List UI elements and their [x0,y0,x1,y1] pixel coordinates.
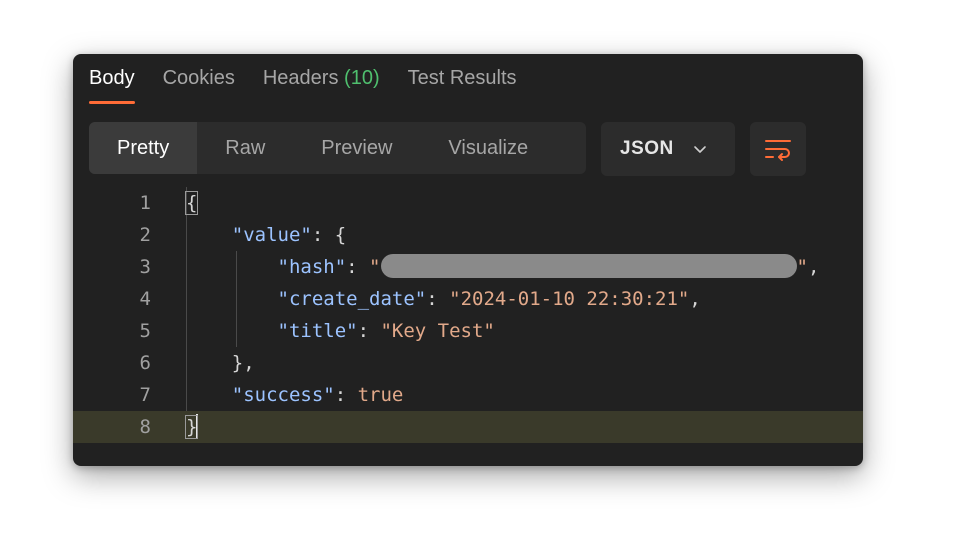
line-number: 6 [139,352,151,374]
json-key: "success" [231,384,335,406]
code-line: 6 }, [73,347,863,379]
view-mode-group: Pretty Raw Preview Visualize [89,122,586,174]
pretty-button[interactable]: Pretty [89,122,198,174]
chevron-down-icon [693,146,706,153]
line-number: 1 [139,192,151,214]
code-line: 2 "value": { [73,219,863,251]
response-tabs: Body Cookies Headers (10) Test Results [89,54,545,108]
json-key: "hash" [277,256,347,278]
tab-headers[interactable]: Headers (10) [263,54,380,104]
tab-cookies[interactable]: Cookies [163,54,235,104]
json-bool-value: true [357,384,404,406]
preview-button[interactable]: Preview [293,122,420,174]
line-number: 7 [139,384,151,406]
tab-body-label: Body [89,67,135,89]
json-key: "create_date" [277,288,427,310]
code-line: 1 { [73,187,863,219]
visualize-button[interactable]: Visualize [420,122,556,174]
json-string-value: "Key Test" [380,320,495,342]
tab-headers-label: Headers [262,67,339,89]
code-line: 7 "success": true [73,379,863,411]
json-code-view[interactable]: 1 { 2 "value": { 3 "hash": " ", 4 "create… [73,187,863,447]
json-key: "value" [231,224,312,246]
open-brace: { [334,224,347,246]
tab-cookies-label: Cookies [162,67,235,89]
response-panel: Body Cookies Headers (10) Test Results P… [73,54,863,466]
format-dropdown[interactable]: JSON [601,122,735,176]
json-string-value: "2024-01-10 22:30:21" [449,288,690,310]
tab-test-results[interactable]: Test Results [408,54,517,104]
tab-body[interactable]: Body [89,54,135,104]
raw-button[interactable]: Raw [197,122,293,174]
line-number: 3 [139,256,151,278]
line-number: 2 [139,224,151,246]
code-line: 5 "title": "Key Test" [73,315,863,347]
close-brace: } [231,352,244,374]
code-line-highlighted: 8 } [73,411,863,443]
json-key: "title" [277,320,358,342]
wrap-lines-button[interactable] [750,122,806,176]
headers-count-badge: (10) [344,67,380,89]
wrap-lines-icon [765,140,791,161]
open-brace: { [184,191,199,215]
line-number: 8 [139,416,151,438]
tab-test-results-label: Test Results [407,67,517,89]
code-line: 4 "create_date": "2024-01-10 22:30:21", [73,283,863,315]
format-dropdown-label: JSON [620,138,674,159]
code-line: 3 "hash": " ", [73,251,863,283]
line-number: 5 [139,320,151,342]
text-cursor [196,414,199,438]
line-number: 4 [139,288,151,310]
redacted-value [380,253,797,278]
